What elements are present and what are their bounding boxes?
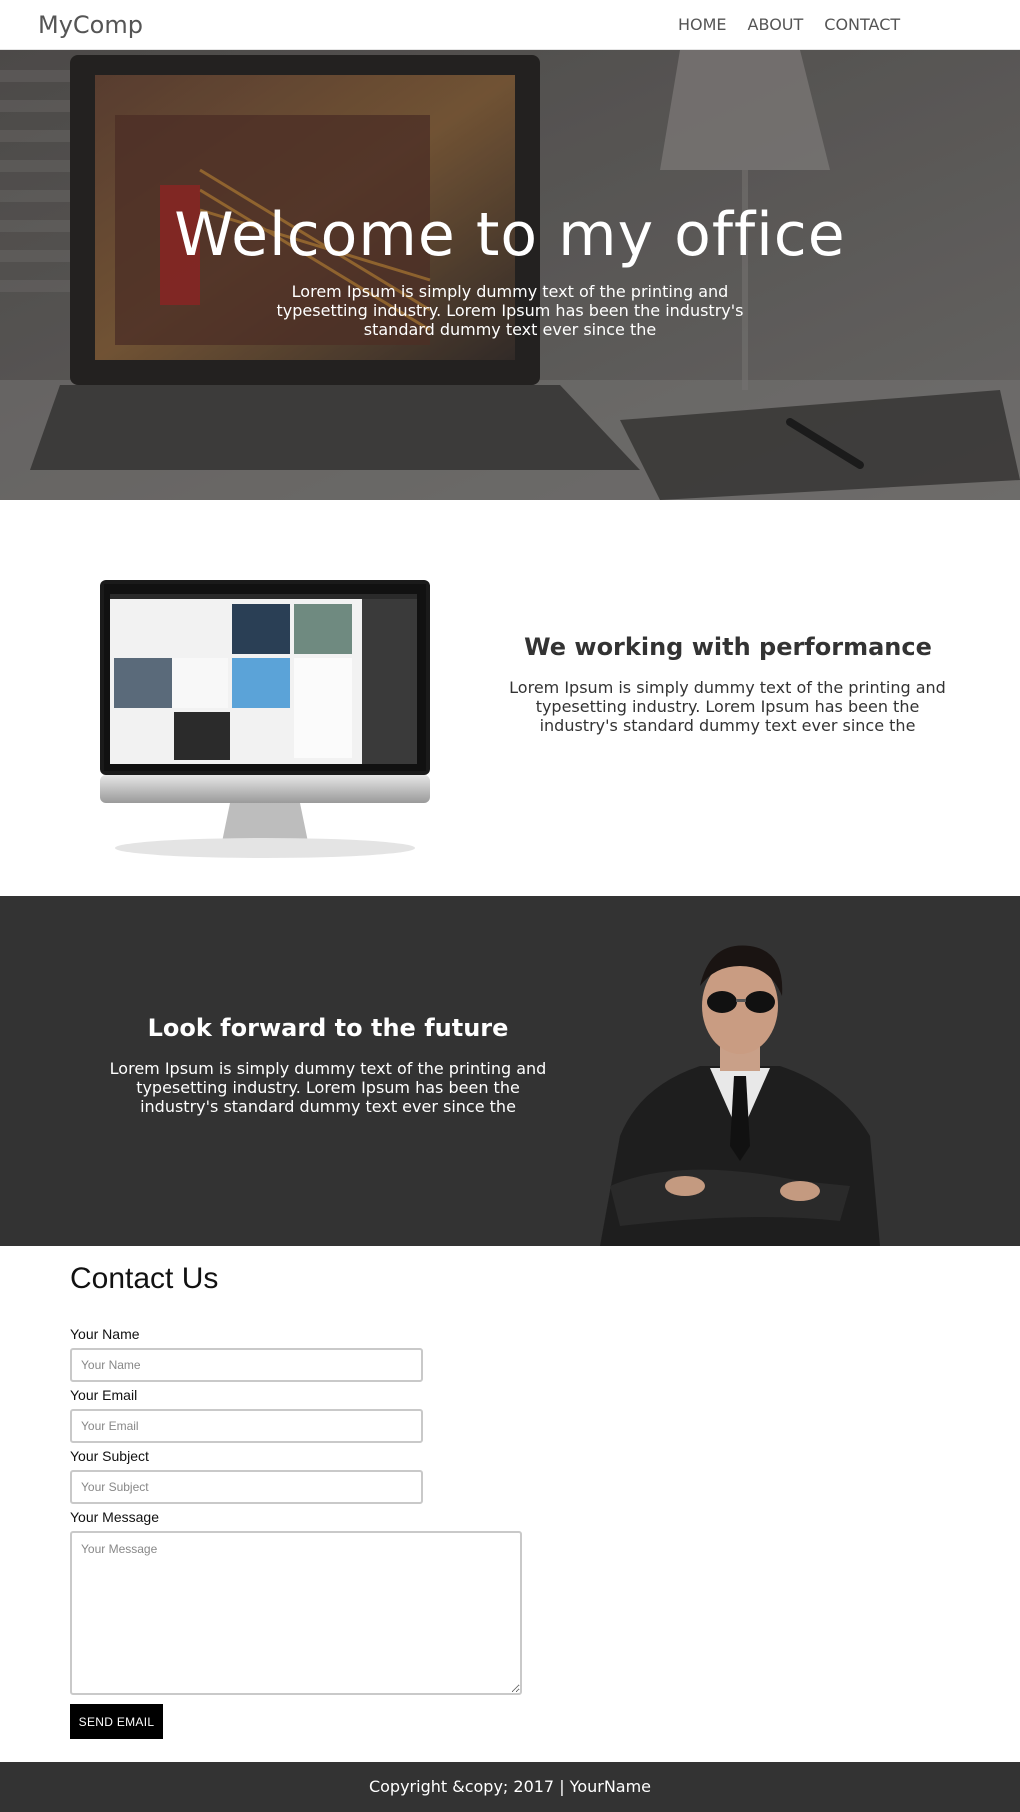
email-label: Your Email <box>70 1387 138 1403</box>
message-textarea[interactable] <box>70 1531 522 1695</box>
contact-section: Contact Us Your Name Your Email Your Sub… <box>0 1246 1020 1762</box>
email-input[interactable] <box>70 1409 423 1443</box>
future-description: Lorem Ipsum is simply dummy text of the … <box>109 1059 547 1116</box>
nav-home-link[interactable]: HOME <box>678 15 727 34</box>
nav-about-link[interactable]: ABOUT <box>748 15 804 34</box>
imac-image <box>100 580 430 858</box>
nav-contact-link[interactable]: CONTACT <box>824 15 900 34</box>
name-input[interactable] <box>70 1348 423 1382</box>
copyright-text: Copyright &copy; 2017 | YourName <box>368 1777 652 1796</box>
message-label: Your Message <box>70 1509 159 1525</box>
performance-title: We working with performance <box>524 633 932 661</box>
name-label: Your Name <box>70 1326 140 1342</box>
future-section: Look forward to the future Lorem Ipsum i… <box>0 896 1020 1246</box>
footer: Copyright &copy; 2017 | YourName <box>0 1762 1020 1812</box>
hero-description: Lorem Ipsum is simply dummy text of the … <box>276 282 744 339</box>
hero-title: Welcome to my office <box>174 200 846 270</box>
main-nav: HOME ABOUT CONTACT <box>678 15 921 34</box>
hero-banner: Welcome to my office Lorem Ipsum is simp… <box>0 50 1020 500</box>
navbar: MyComp HOME ABOUT CONTACT <box>0 0 1020 50</box>
performance-description: Lorem Ipsum is simply dummy text of the … <box>509 678 946 735</box>
subject-label: Your Subject <box>70 1448 149 1464</box>
contact-title: Contact Us <box>70 1262 219 1295</box>
hero-background-image <box>0 50 1020 500</box>
send-email-button[interactable]: SEND EMAIL <box>70 1704 163 1739</box>
brand-logo[interactable]: MyComp <box>38 11 143 39</box>
performance-section: We working with performance Lorem Ipsum … <box>0 500 1020 896</box>
future-title: Look forward to the future <box>147 1014 509 1042</box>
businessman-image <box>600 945 880 1246</box>
subject-input[interactable] <box>70 1470 423 1504</box>
